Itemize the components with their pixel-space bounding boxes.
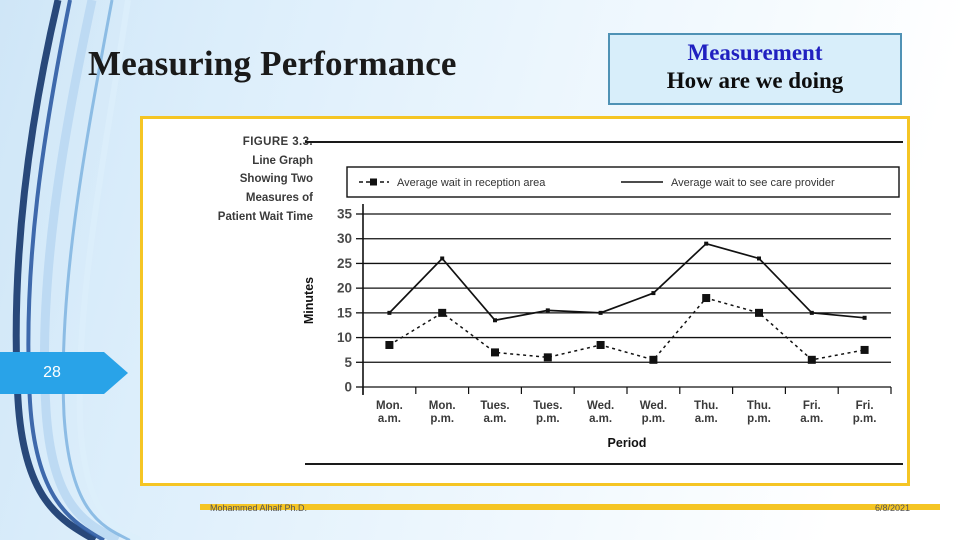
figure-caption-l5: Patient Wait Time: [217, 210, 313, 223]
legend-marker-dashed: [370, 178, 377, 186]
footer-date: 6/8/2021: [874, 503, 910, 513]
page-number-banner: 28: [0, 352, 130, 394]
ytick-label: 15: [337, 305, 353, 320]
footer-decoration: [200, 504, 940, 510]
footer-author: Mohammed Alhalf Ph.D.: [210, 503, 308, 513]
xtick-label: a.m.: [800, 413, 823, 425]
x-axis-title: Period: [608, 436, 647, 450]
data-point: [385, 340, 394, 349]
xtick-label: a.m.: [483, 413, 506, 425]
xtick-label: Fri.: [803, 400, 821, 412]
measurement-heading: Measurement: [687, 40, 823, 65]
xtick-label: p.m.: [642, 413, 666, 425]
xtick-label: Fri.: [856, 400, 874, 412]
ytick-label: 20: [337, 281, 352, 296]
data-point: [860, 345, 869, 354]
data-point: [757, 256, 761, 261]
xtick-label: p.m.: [536, 413, 560, 425]
figure-caption: FIGURE 3.3. Line Graph Showing Two Measu…: [153, 133, 313, 226]
measurement-subheading: How are we doing: [666, 67, 844, 93]
xtick-label: p.m.: [747, 413, 771, 425]
ytick-label: 35: [337, 207, 353, 222]
xtick-label: Mon.: [376, 400, 403, 412]
figure-rule-top: [305, 141, 903, 143]
data-point: [809, 310, 814, 315]
xtick-label: p.m.: [430, 413, 454, 425]
data-point: [755, 308, 763, 317]
line-chart: Average wait in reception area Average wa…: [291, 159, 903, 469]
ytick-label: 0: [344, 380, 352, 395]
ytick-label: 5: [344, 355, 352, 370]
xtick-label: a.m.: [589, 413, 612, 425]
xtick-label: Mon.: [429, 400, 456, 412]
figure-caption-l4: Measures of: [245, 191, 313, 204]
measurement-callout-box: Measurement How are we doing: [608, 33, 902, 105]
ytick-label: 25: [337, 256, 353, 271]
data-point: [543, 353, 552, 362]
data-point: [649, 355, 658, 364]
xtick-label: Thu.: [747, 400, 771, 412]
data-point: [702, 294, 711, 303]
figure-caption-l2: Line Graph: [252, 154, 313, 167]
data-point: [807, 355, 816, 364]
legend-label-1: Average wait to see care provider: [671, 177, 835, 189]
xtick-label: Tues.: [533, 400, 562, 412]
ytick-label: 10: [337, 330, 352, 345]
data-point: [491, 348, 499, 357]
data-point: [493, 318, 497, 323]
data-point: [545, 308, 550, 313]
data-point: [651, 291, 656, 296]
data-point: [598, 310, 603, 315]
line-chart-svg: Average wait in reception area Average wa…: [302, 166, 900, 450]
data-point: [862, 315, 867, 320]
figure-caption-number: FIGURE 3.3.: [242, 136, 313, 148]
data-point: [438, 308, 447, 317]
xtick-label: Thu.: [694, 400, 718, 412]
page-title: Measuring Performance: [88, 44, 457, 83]
page-number-label: 28: [43, 364, 61, 381]
series-line-0: [389, 297, 865, 361]
data-point: [440, 256, 445, 261]
xtick-label: Wed.: [587, 400, 614, 412]
xtick-label: a.m.: [695, 413, 718, 425]
y-axis-title: Minutes: [302, 277, 316, 324]
data-point: [704, 241, 709, 246]
series-line-1: [388, 242, 865, 322]
xtick-label: Tues.: [480, 400, 509, 412]
data-point: [387, 310, 392, 315]
figure-caption-l3: Showing Two: [239, 173, 313, 186]
legend-label-0: Average wait in reception area: [397, 177, 546, 189]
ytick-label: 30: [337, 231, 352, 246]
figure-frame: FIGURE 3.3. Line Graph Showing Two Measu…: [140, 116, 910, 486]
xtick-label: p.m.: [853, 413, 877, 425]
xtick-label: Wed.: [640, 400, 667, 412]
data-point: [596, 340, 605, 349]
xtick-label: a.m.: [378, 413, 401, 425]
